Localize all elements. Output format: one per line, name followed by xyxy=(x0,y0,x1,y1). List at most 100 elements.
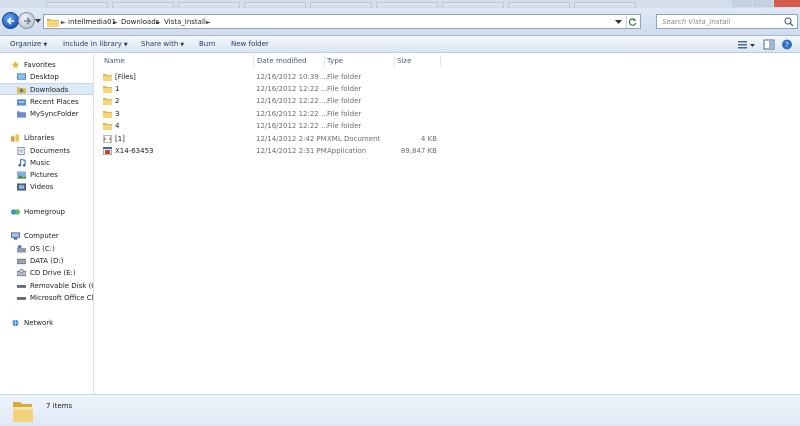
search-placeholder: Search Vista_Install xyxy=(662,18,731,26)
chevron-down-icon: ▼ xyxy=(180,42,185,48)
column-header-size[interactable]: Size xyxy=(397,55,411,67)
nav-label: Pictures xyxy=(30,171,58,179)
address-dropdown-icon[interactable] xyxy=(613,16,624,27)
file-date: 12/16/2012 12:22 ... xyxy=(256,97,328,105)
recent-pages-dropdown[interactable] xyxy=(35,18,41,24)
file-row[interactable]: 1 12/16/2012 12:22 ... File folder xyxy=(101,83,446,95)
nav-label: Homegroup xyxy=(24,208,66,216)
nav-ms-office[interactable]: Microsoft Office Clic xyxy=(0,292,93,304)
file-row[interactable]: [1] 12/14/2012 2:42 PM XML Document 4 KB xyxy=(101,133,446,145)
nav-label: MySyncFolder xyxy=(30,110,79,118)
change-view-icon[interactable] xyxy=(738,41,755,49)
nav-label: Desktop xyxy=(30,73,59,81)
column-divider[interactable] xyxy=(440,55,441,67)
preview-pane-icon[interactable] xyxy=(763,39,775,50)
file-size: 89,847 KB xyxy=(400,147,437,155)
nav-homegroup[interactable]: Homegroup xyxy=(0,206,93,218)
column-header-date-modified[interactable]: Date modified xyxy=(257,55,307,67)
recent-places-icon xyxy=(17,99,26,106)
column-divider[interactable] xyxy=(324,55,325,67)
column-header-type[interactable]: Type xyxy=(327,55,343,67)
nav-music[interactable]: Music xyxy=(0,157,93,169)
file-type: XML Document xyxy=(327,135,381,143)
documents-icon xyxy=(17,147,25,155)
share-with-label: Share with xyxy=(141,40,179,48)
nav-favorites[interactable]: Favorites xyxy=(0,59,93,71)
details-pane: 7 items xyxy=(0,394,800,426)
nav-label: Removable Disk (G:) xyxy=(30,282,93,290)
nav-videos[interactable]: Videos xyxy=(0,181,93,193)
nav-os-c[interactable]: OS (C:) xyxy=(0,243,93,255)
forward-button[interactable] xyxy=(18,12,35,29)
nav-network[interactable]: Network xyxy=(0,317,93,329)
file-date: 12/14/2012 2:42 PM xyxy=(256,135,327,143)
breadcrumb-item[interactable]: Downloads xyxy=(121,17,159,28)
forward-arrow-icon xyxy=(24,17,32,25)
desktop-icon xyxy=(17,73,26,80)
virtual-drive-icon xyxy=(17,297,26,300)
column-divider[interactable] xyxy=(253,55,254,67)
burn-button[interactable]: Burn xyxy=(199,39,215,50)
file-row[interactable]: 2 12/16/2012 12:22 ... File folder xyxy=(101,95,446,107)
chevron-down-icon: ▼ xyxy=(43,42,48,48)
file-row[interactable]: 4 12/16/2012 12:22 ... File folder xyxy=(101,120,446,132)
file-row[interactable]: X14-63453 12/14/2012 2:31 PM Application… xyxy=(101,145,446,157)
nav-recent-places[interactable]: Recent Places xyxy=(0,96,93,108)
computer-icon xyxy=(11,232,20,240)
nav-data-d[interactable]: DATA (D:) xyxy=(0,255,93,267)
nav-label: DATA (D:) xyxy=(30,257,64,265)
nav-mysyncfolder[interactable]: MySyncFolder xyxy=(0,108,93,120)
file-date: 12/16/2012 12:22 ... xyxy=(256,85,328,93)
network-icon xyxy=(12,319,19,327)
homegroup-icon xyxy=(11,209,20,215)
libraries-icon xyxy=(11,134,20,142)
new-folder-label: New folder xyxy=(231,40,269,48)
breadcrumb-item[interactable]: intellmedia01 xyxy=(68,17,116,28)
refresh-icon[interactable] xyxy=(626,16,638,28)
nav-pictures[interactable]: Pictures xyxy=(0,169,93,181)
navigation-pane: Favorites Desktop Downloads Recent Place… xyxy=(0,54,94,394)
nav-desktop[interactable]: Desktop xyxy=(0,71,93,83)
item-count: 7 items xyxy=(46,402,73,410)
file-name: 4 xyxy=(115,122,120,130)
window-controls[interactable] xyxy=(730,0,800,8)
nav-downloads[interactable]: Downloads xyxy=(0,83,93,95)
svg-text:?: ? xyxy=(785,41,789,49)
nav-removable-g[interactable]: Removable Disk (G:) xyxy=(0,280,93,292)
breadcrumb-item[interactable]: Vista_Install xyxy=(164,17,206,28)
burn-label: Burn xyxy=(199,40,216,48)
nav-libraries[interactable]: Libraries xyxy=(0,132,93,144)
back-button[interactable] xyxy=(2,12,19,29)
help-icon[interactable]: ? xyxy=(782,39,792,50)
new-folder-button[interactable]: New folder xyxy=(231,39,269,50)
nav-documents[interactable]: Documents xyxy=(0,145,93,157)
view-tools: ? xyxy=(738,39,792,50)
file-date: 12/16/2012 12:22 ... xyxy=(256,122,328,130)
nav-cd-drive-e[interactable]: CD Drive (E:) xyxy=(0,267,93,279)
file-name: [Files] xyxy=(115,73,136,81)
folder-icon xyxy=(103,86,112,93)
include-in-library-button[interactable]: Include in library ▼ xyxy=(63,39,128,50)
column-divider[interactable] xyxy=(394,55,395,67)
folder-icon xyxy=(47,19,59,27)
share-with-button[interactable]: Share with ▼ xyxy=(141,39,184,50)
address-bar[interactable]: ► intellmedia01 ► Downloads ► Vista_Inst… xyxy=(43,14,641,29)
nav-label: OS (C:) xyxy=(30,245,55,253)
file-name: 2 xyxy=(115,97,120,105)
address-row: ► intellmedia01 ► Downloads ► Vista_Inst… xyxy=(0,8,800,36)
organize-label: Organize xyxy=(10,40,42,48)
search-input[interactable]: Search Vista_Install xyxy=(656,14,798,29)
nav-computer[interactable]: Computer xyxy=(0,230,93,242)
file-row[interactable]: 3 12/16/2012 12:22 ... File folder xyxy=(101,108,446,120)
column-header-name[interactable]: Name xyxy=(104,55,125,67)
nav-label: CD Drive (E:) xyxy=(30,269,76,277)
folder-icon xyxy=(13,402,33,422)
folder-icon xyxy=(103,111,112,118)
hard-drive-icon xyxy=(17,258,26,265)
folder-icon xyxy=(103,98,112,105)
system-drive-icon xyxy=(17,245,26,253)
music-icon xyxy=(18,159,26,167)
file-row[interactable]: [Files] 12/16/2012 10:39 ... File folder xyxy=(101,71,446,83)
organize-button[interactable]: Organize ▼ xyxy=(10,39,47,50)
pictures-icon xyxy=(17,171,26,179)
